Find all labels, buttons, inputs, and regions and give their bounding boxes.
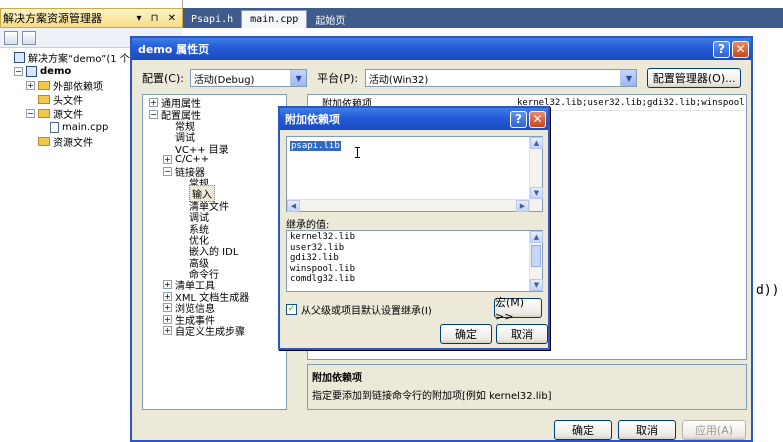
scroll-right-icon[interactable]: ▶ — [516, 200, 529, 212]
collapse-icon[interactable]: − — [14, 66, 23, 76]
expand-icon[interactable]: + — [149, 98, 158, 108]
scroll-thumb[interactable] — [531, 245, 541, 267]
category-label: 自定义生成步骤 — [175, 327, 245, 339]
tree-item-label: 外部依赖项 — [53, 81, 103, 93]
config-manager-button[interactable]: 配置管理器(O)... — [647, 68, 741, 88]
solution-explorer-titlebar: 解决方案资源管理器 ▾ ⊓ ✕ — [0, 8, 183, 28]
panel-pin-icon[interactable]: ▾ ⊓ ✕ — [136, 13, 179, 24]
config-label: 配置(C): — [142, 72, 184, 85]
expand-icon[interactable]: + — [163, 291, 172, 301]
dependencies-value: psapi.lib — [290, 141, 341, 151]
inherit-checkbox-row[interactable]: ✓ 从父级或项目默认设置继承(I) — [286, 302, 432, 317]
inherited-value-item: gdi32.lib — [290, 253, 339, 263]
expand-icon[interactable]: + — [163, 280, 172, 290]
text-cursor-icon — [355, 147, 360, 158]
scroll-down-icon[interactable]: ▼ — [530, 187, 543, 199]
inherited-values-list: kernel32.lib user32.lib gdi32.lib winspool.… — [286, 230, 543, 292]
scroll-up-icon[interactable]: ▲ — [530, 231, 543, 243]
config-value: 活动(Debug) — [193, 74, 255, 86]
scroll-left-icon[interactable]: ◀ — [287, 200, 300, 212]
cancel-button[interactable]: 取消 — [496, 324, 548, 344]
folder-icon — [38, 80, 50, 90]
expand-icon[interactable]: + — [163, 303, 172, 313]
chevron-down-icon: ▼ — [620, 70, 637, 86]
scroll-up-icon[interactable]: ▲ — [530, 137, 543, 149]
expand-icon[interactable]: + — [163, 314, 172, 324]
project-icon — [26, 65, 37, 77]
close-button[interactable]: ✕ — [529, 110, 546, 128]
property-dialog-titlebar: demo 属性页 ? ✕ — [132, 38, 751, 60]
category-item[interactable]: − 配置属性 — [143, 108, 286, 122]
collapse-icon[interactable]: − — [26, 108, 35, 118]
solution-icon — [14, 51, 25, 63]
dependency-dialog-titlebar: 附加依赖项 ? ✕ — [280, 108, 548, 130]
collapse-icon[interactable]: − — [149, 109, 158, 119]
cpp-file-icon — [50, 121, 59, 133]
tree-item-label: 头文件 — [53, 95, 83, 107]
inherited-value-item: user32.lib — [290, 242, 345, 253]
expand-icon[interactable]: + — [163, 155, 172, 165]
editor-code-fragment: d)) — [756, 283, 780, 298]
vertical-scrollbar[interactable]: ▲ ▼ — [529, 231, 543, 291]
description-title: 附加依赖项 — [312, 373, 362, 384]
cancel-button[interactable]: 取消 — [618, 420, 676, 440]
category-item[interactable]: 清单文件 — [143, 200, 286, 213]
category-item[interactable]: − 链接器 — [143, 165, 286, 179]
tree-item-label: 资源文件 — [53, 137, 93, 149]
configuration-row: 配置(C): 活动(Debug) ▼ 平台(P): 活动(Win32) ▼ 配置… — [142, 68, 741, 88]
inherit-checkbox-label: 从父级或项目默认设置继承(I) — [301, 306, 432, 317]
platform-value: 活动(Win32) — [368, 74, 429, 86]
collapse-icon[interactable]: − — [163, 166, 172, 176]
help-button[interactable]: ? — [713, 40, 730, 58]
platform-label: 平台(P): — [317, 72, 359, 85]
folder-icon — [38, 108, 50, 118]
ok-button[interactable]: 确定 — [440, 324, 492, 344]
close-button[interactable]: ✕ — [732, 40, 749, 58]
horizontal-scrollbar[interactable]: ◀ ▶ — [287, 199, 529, 212]
tab-label: 起始页 — [315, 15, 346, 27]
property-category-tree: +通用属性−配置属性常规调试VC++ 目录+C/C++−链接器常规输入清单文件调… — [142, 94, 287, 410]
platform-select[interactable]: 活动(Win32) ▼ — [364, 69, 638, 87]
inherit-checkbox[interactable]: ✓ — [286, 304, 297, 315]
show-all-files-icon[interactable] — [22, 30, 36, 45]
additional-dependencies-dialog: 附加依赖项 ? ✕ psapi.lib ▲ ▼ ◀ ▶ 继承的值: kernel… — [278, 106, 550, 350]
apply-button[interactable]: 应用(A) — [682, 420, 746, 440]
solution-explorer-title: 解决方案资源管理器 — [3, 12, 102, 25]
editor-tab-bar: Psapi.h main.cpp 起始页 — [183, 8, 783, 28]
tab-psapi-h[interactable]: Psapi.h — [183, 10, 241, 28]
expand-icon[interactable]: + — [26, 80, 35, 90]
macro-button[interactable]: 宏(M) >> — [494, 296, 542, 323]
scroll-down-icon[interactable]: ▼ — [530, 279, 543, 291]
vertical-scrollbar[interactable]: ▲ ▼ — [529, 137, 543, 211]
help-button[interactable]: ? — [510, 110, 527, 128]
tree-item-label: 解决方案“demo”(1 个项 — [28, 53, 140, 65]
expand-icon[interactable]: + — [163, 326, 172, 335]
tree-item-label: demo — [40, 65, 72, 77]
category-item[interactable]: VC++ 目录 — [143, 143, 286, 156]
category-item[interactable]: 嵌入的 IDL — [143, 245, 286, 258]
folder-icon — [38, 94, 50, 104]
folder-icon — [38, 136, 50, 146]
tab-label: Psapi.h — [191, 13, 234, 25]
inherited-value-item: comdlg32.lib — [290, 274, 356, 284]
inherited-values-label: 继承的值: — [286, 220, 330, 231]
property-description-panel: 附加依赖项 指定要添加到链接命令行的附加项[例如 kernel32.lib] — [307, 364, 747, 410]
category-item[interactable]: 系统 — [143, 222, 286, 236]
properties-toolbar-icon[interactable] — [4, 30, 18, 45]
dependency-dialog-title: 附加依赖项 — [285, 113, 340, 126]
tree-item-label: main.cpp — [62, 121, 109, 133]
dependencies-textarea[interactable]: psapi.lib ▲ ▼ ◀ ▶ — [286, 136, 543, 212]
tab-start-page[interactable]: 起始页 — [307, 10, 353, 28]
chevron-down-icon: ▼ — [290, 70, 307, 86]
inherited-value-item: winspool.lib — [290, 263, 356, 274]
config-select[interactable]: 活动(Debug) ▼ — [189, 69, 308, 87]
property-dialog-title: demo 属性页 — [138, 43, 210, 56]
tab-label: main.cpp — [250, 14, 299, 25]
category-item[interactable]: + 自定义生成步骤 — [143, 325, 286, 339]
ok-button[interactable]: 确定 — [554, 420, 612, 440]
description-text: 指定要添加到链接命令行的附加项[例如 kernel32.lib] — [312, 391, 552, 402]
inherited-value-item: kernel32.lib — [290, 232, 356, 242]
tab-main-cpp[interactable]: main.cpp — [241, 10, 308, 28]
tree-item-label: 源文件 — [53, 109, 83, 121]
